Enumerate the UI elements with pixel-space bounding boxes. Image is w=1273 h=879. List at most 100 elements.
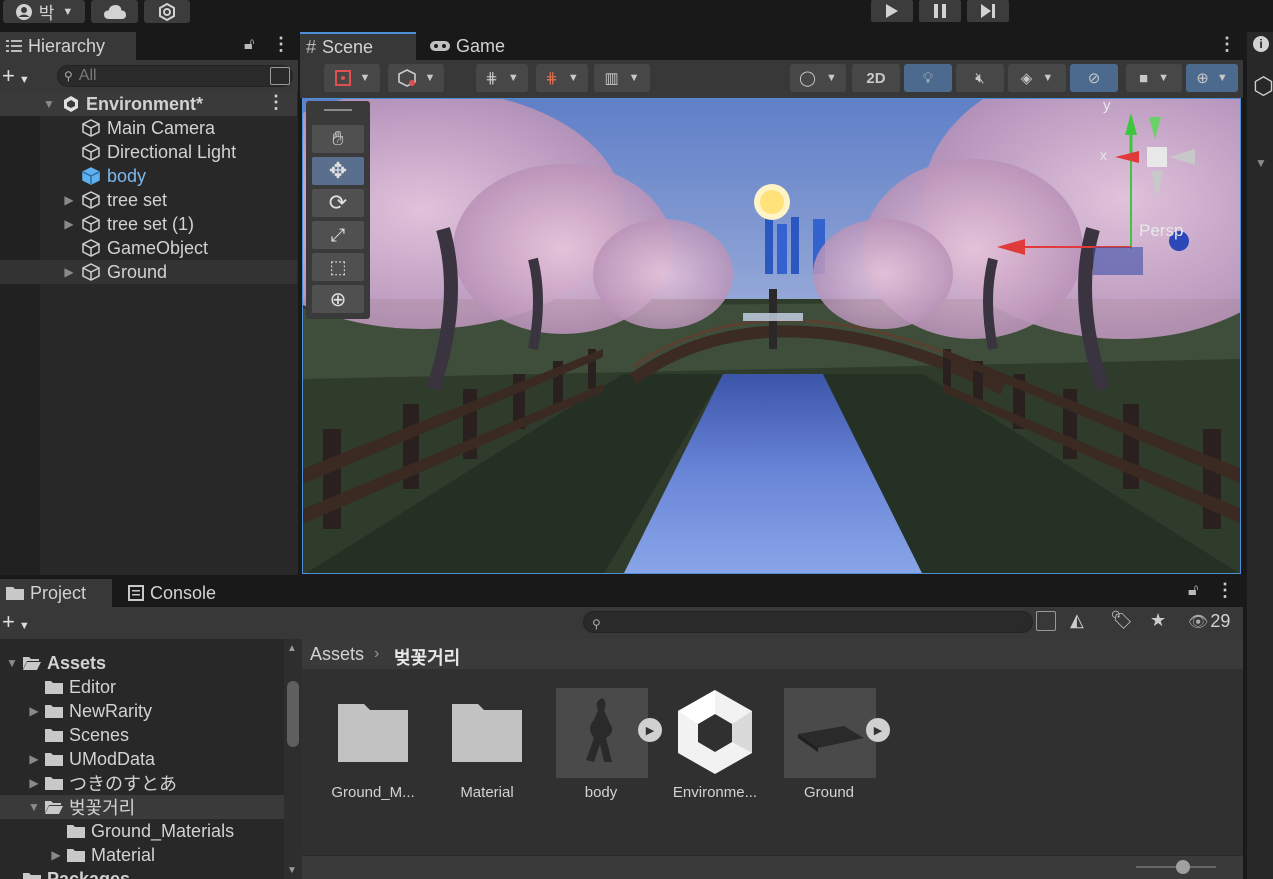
- rect-tool[interactable]: ⬚: [312, 253, 364, 281]
- visibility-toggle[interactable]: ⊘: [1070, 64, 1118, 92]
- play-button[interactable]: [871, 0, 913, 22]
- gizmos-dropdown[interactable]: ⊕ ▼: [1186, 64, 1238, 92]
- grid-snap-icon: ⋕: [485, 70, 498, 87]
- tree-scrollbar[interactable]: ▲ ▼: [284, 639, 302, 879]
- tree-item[interactable]: ▼ Assets: [0, 651, 284, 675]
- hierarchy-search-input[interactable]: ⚲ All: [57, 65, 293, 87]
- scroll-down-icon[interactable]: ▼: [287, 865, 297, 876]
- rotate-tool[interactable]: ⟳: [312, 189, 364, 217]
- filter-label-icon[interactable]: 🏷︎: [1110, 610, 1133, 631]
- favorite-star-icon[interactable]: ★: [1150, 610, 1166, 631]
- tree-item[interactable]: Scenes: [0, 723, 284, 747]
- scene-viewport[interactable]: y x Persp ✋︎ ✥ ⟳ ⤢ ⬚ ⊕: [302, 98, 1241, 574]
- hidden-packages-toggle[interactable]: 👁︎ 29: [1188, 611, 1230, 632]
- search-type-icon[interactable]: [270, 67, 290, 85]
- add-button[interactable]: + ▼: [2, 63, 30, 89]
- hierarchy-item[interactable]: GameObject: [0, 236, 297, 260]
- tree-item[interactable]: ▶ NewRarity: [0, 699, 284, 723]
- gizmo-axis-y: y: [1103, 98, 1111, 114]
- expand-arrow-icon[interactable]: ▶: [62, 217, 76, 231]
- pause-button[interactable]: [919, 0, 961, 22]
- tree-arrow-icon[interactable]: ▶: [24, 704, 44, 718]
- tab-project[interactable]: Project: [0, 579, 112, 607]
- increment-snap-dropdown[interactable]: ⋕ ▼: [536, 64, 588, 92]
- tab-scene[interactable]: # Scene: [300, 32, 416, 60]
- folder-icon: [6, 587, 24, 600]
- move-tool[interactable]: ✥: [312, 157, 364, 185]
- effects-dropdown[interactable]: ◈ ▼: [1008, 64, 1066, 92]
- hierarchy-item[interactable]: ▶ tree set (1): [0, 212, 297, 236]
- tree-arrow-icon[interactable]: ▶: [24, 752, 44, 766]
- hand-tool[interactable]: ✋︎: [312, 125, 364, 153]
- expand-arrow-icon[interactable]: ▼: [42, 97, 56, 111]
- lock-icon[interactable]: 🔓︎: [244, 36, 254, 54]
- grid-snap-dropdown[interactable]: ⋕ ▼: [476, 64, 528, 92]
- tab-hierarchy[interactable]: Hierarchy: [0, 32, 136, 60]
- tree-arrow-icon[interactable]: ▶: [46, 848, 66, 862]
- search-scope-icon[interactable]: [1036, 611, 1056, 631]
- scene-menu-icon[interactable]: ⋮: [267, 92, 285, 113]
- ruler-icon: ▥: [604, 70, 619, 87]
- camera-dropdown[interactable]: ■ ▼: [1126, 64, 1182, 92]
- tree-item[interactable]: Editor: [0, 675, 284, 699]
- gizmo-persp-label[interactable]: Persp: [1139, 221, 1183, 241]
- draw-mode-dropdown[interactable]: ▼: [324, 64, 380, 92]
- tree-item[interactable]: ▶ つきのすとあ: [0, 771, 284, 795]
- toggle-2d-button[interactable]: 2D: [852, 64, 900, 92]
- project-search-input[interactable]: ⚲: [583, 611, 1033, 633]
- transform-tool[interactable]: ⊕: [312, 285, 364, 313]
- account-label: 박: [38, 4, 55, 23]
- hierarchy-item[interactable]: ▶ Ground: [0, 260, 297, 284]
- tab-game[interactable]: Game: [424, 32, 524, 60]
- expand-arrow-icon[interactable]: ▶: [62, 265, 76, 279]
- asset-label: Ground: [803, 784, 855, 801]
- pause-icon: [934, 4, 946, 18]
- expand-asset-button[interactable]: ▶: [866, 718, 890, 742]
- tab-scene-label: Scene: [322, 36, 374, 57]
- folder-open-icon: [23, 657, 41, 670]
- tab-console[interactable]: Console: [122, 579, 240, 607]
- hierarchy-item[interactable]: Main Camera: [0, 116, 297, 140]
- tree-item[interactable]: ▼ 벚꽃거리: [0, 795, 284, 819]
- collab-button[interactable]: [144, 0, 190, 23]
- tree-arrow-icon[interactable]: ▼: [2, 656, 22, 670]
- hierarchy-item[interactable]: Directional Light: [0, 140, 297, 164]
- expand-arrow-icon[interactable]: ▶: [62, 193, 76, 207]
- breadcrumb-current[interactable]: 벚꽃거리: [394, 644, 460, 670]
- scene-name: Environment*: [86, 93, 204, 114]
- hierarchy-item[interactable]: ▶ tree set: [0, 188, 297, 212]
- tree-item[interactable]: ▶ Material: [0, 843, 284, 867]
- collapse-arrow-icon[interactable]: ▼: [1255, 156, 1267, 170]
- render-mode-dropdown[interactable]: ▼: [388, 64, 444, 92]
- tree-item[interactable]: Packages: [0, 867, 284, 879]
- project-kebab-icon[interactable]: ⋮: [1216, 580, 1234, 601]
- tab-console-label: Console: [150, 582, 217, 603]
- tree-arrow-icon[interactable]: ▶: [24, 776, 44, 790]
- scroll-up-icon[interactable]: ▲: [287, 643, 297, 654]
- mute-icon: 🔇︎: [975, 69, 985, 87]
- tree-item[interactable]: ▶ UModData: [0, 747, 284, 771]
- lighting-toggle[interactable]: 💡︎: [904, 64, 952, 92]
- kebab-menu-icon[interactable]: ⋮: [272, 34, 290, 55]
- step-button[interactable]: [967, 0, 1009, 22]
- scene-row[interactable]: ▼ Environment* ⋮: [0, 92, 297, 116]
- info-icon[interactable]: i: [1253, 36, 1269, 52]
- orientation-dropdown[interactable]: ◯ ▼: [790, 64, 846, 92]
- scale-tool[interactable]: ⤢: [312, 221, 364, 249]
- project-add-button[interactable]: + ▼: [2, 609, 30, 635]
- hierarchy-item[interactable]: body: [0, 164, 297, 188]
- tree-item[interactable]: Ground_Materials: [0, 819, 284, 843]
- project-lock-icon[interactable]: 🔓︎: [1188, 582, 1198, 600]
- tree-arrow-icon[interactable]: ▼: [24, 800, 44, 814]
- ruler-dropdown[interactable]: ▥ ▼: [594, 64, 650, 92]
- overlay-drag-handle[interactable]: [324, 109, 352, 111]
- tree-scroll-thumb[interactable]: [287, 681, 299, 747]
- account-dropdown[interactable]: 박 ▼: [3, 0, 85, 23]
- scene-kebab-icon[interactable]: ⋮: [1218, 34, 1236, 55]
- audio-toggle[interactable]: 🔇︎: [956, 64, 1004, 92]
- filter-type-icon[interactable]: ◭: [1070, 610, 1084, 631]
- breadcrumb-assets[interactable]: Assets: [310, 644, 364, 665]
- cloud-button[interactable]: [91, 0, 138, 23]
- expand-asset-button[interactable]: ▶: [638, 718, 662, 742]
- zoom-slider-thumb[interactable]: [1176, 860, 1190, 874]
